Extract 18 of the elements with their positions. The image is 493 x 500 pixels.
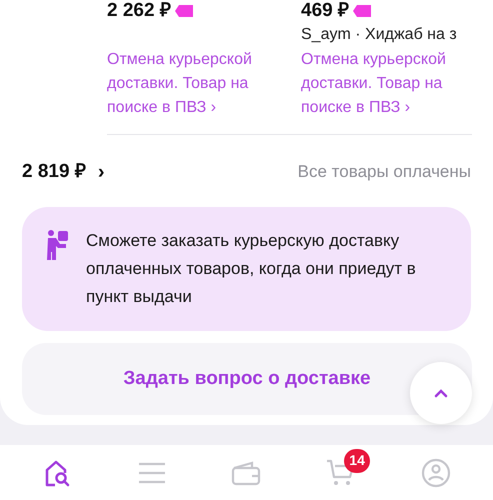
product-price: 2 262 ₽ — [107, 0, 171, 22]
courier-icon — [46, 229, 70, 261]
info-text: Сможете заказать курьерскую доставку оплаченных товаров, когда они приедут в пункт выдачи — [86, 230, 417, 308]
wallet-icon — [231, 460, 262, 486]
total-amount: 2 819 ₽ — [22, 160, 86, 184]
tag-icon — [352, 5, 371, 17]
ask-question-button[interactable]: Задать вопрос о доставке — [22, 343, 472, 415]
product-price: 469 ₽ — [301, 0, 349, 22]
payment-status: Все товары оплачены — [298, 161, 471, 184]
caret-up-icon — [434, 388, 448, 398]
seller-text: S_aym · Хиджаб на з — [301, 25, 458, 45]
chevron-icon[interactable]: › — [98, 157, 104, 187]
delivery-status-link[interactable]: Отмена курьерской доставки. Товар на поиске в ПВЗ › — [107, 48, 287, 120]
delivery-status-link[interactable]: Отмена курьерской доставки. Товар на поиске в ПВЗ › — [301, 48, 481, 120]
tag-icon — [174, 5, 193, 17]
menu-icon — [138, 462, 166, 484]
cart-count-badge: 14 — [344, 448, 370, 472]
profile-icon — [420, 458, 451, 488]
